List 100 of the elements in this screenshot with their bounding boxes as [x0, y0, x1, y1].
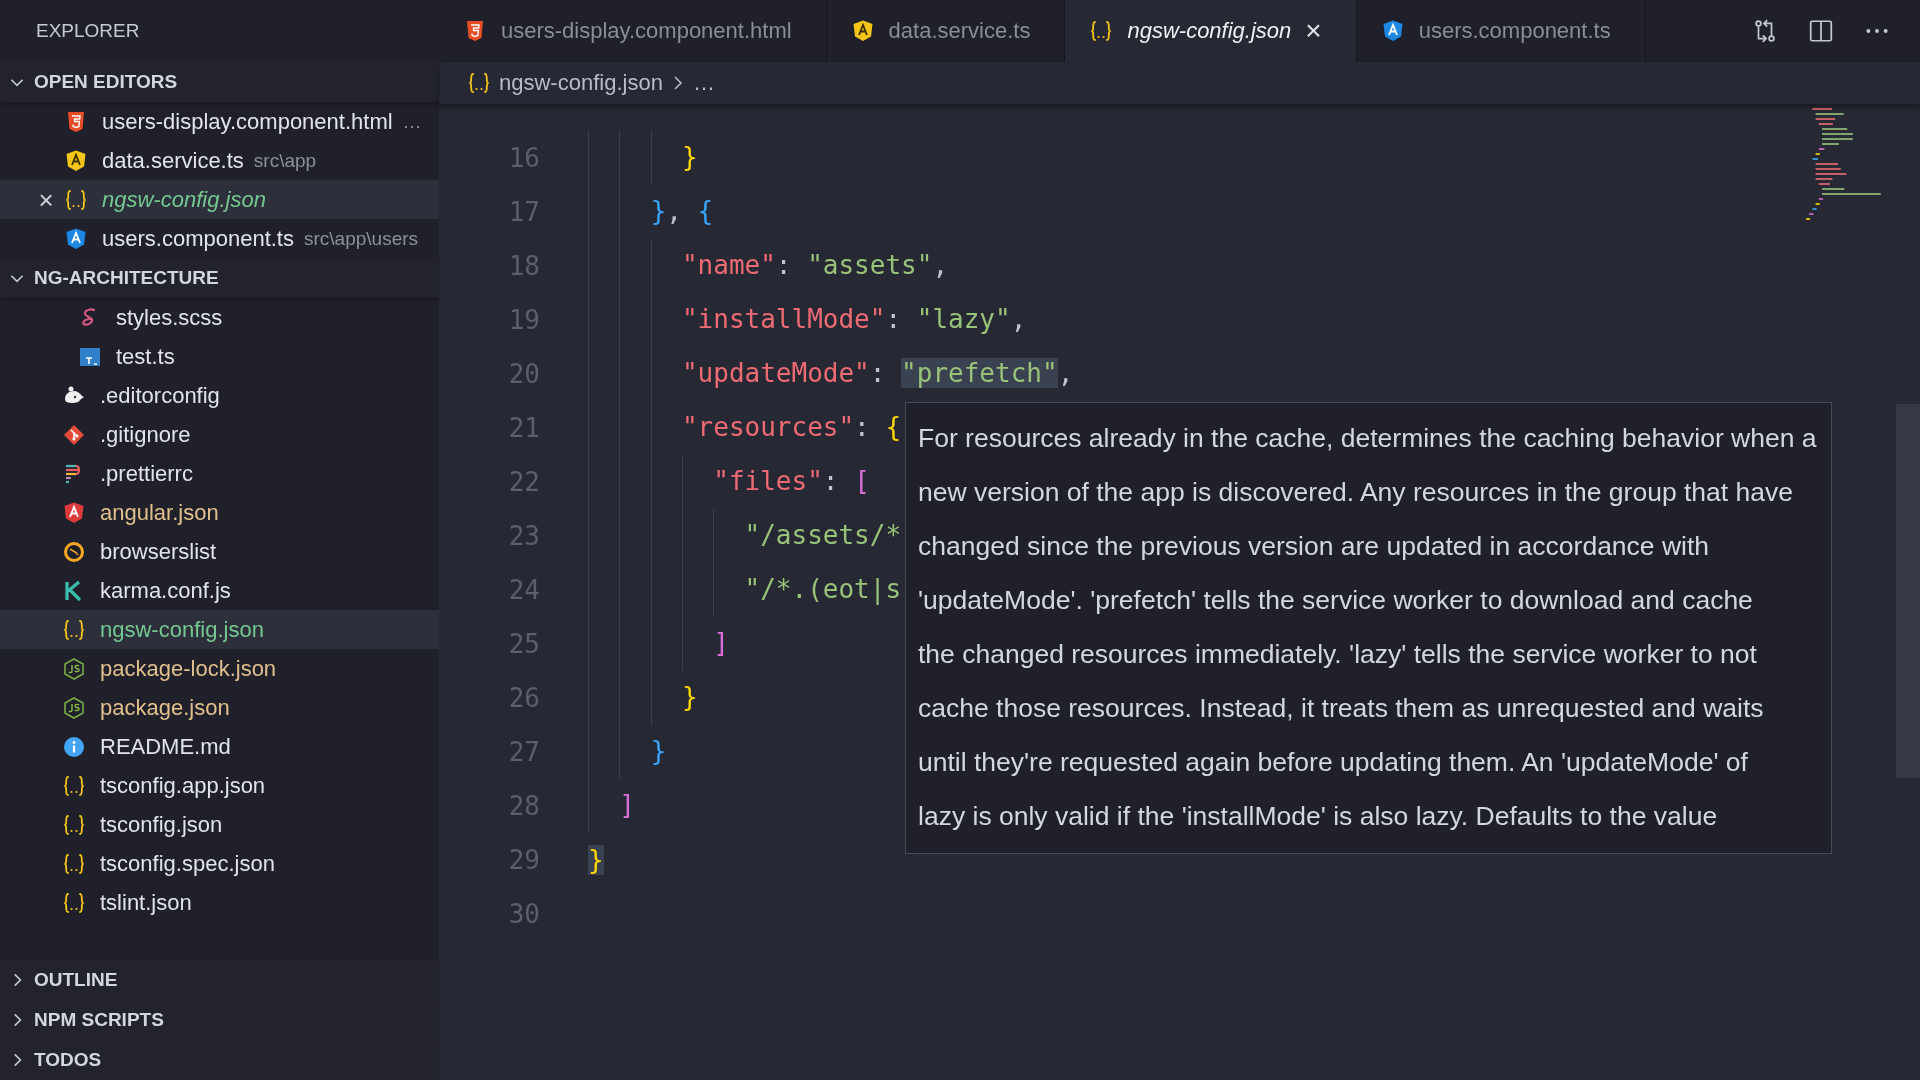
tooltip-text: For resources already in the cache, determines the caching behavior when a new version of the app is discovered. Any resources in the group that have changed since the previous version are updated in accordance with 'updateMode'. 'prefetch' tells the service worker to download and cache the changed resources immediately. 'lazy' tells the service worker to not cache those resources. Instead, it treats them as unrequested and waits until they're requested again before updating them. An 'updateMode' of lazy is only valid if the 'installMode' is also lazy. Defaults to the value — [918, 422, 1817, 833]
info-icon — [62, 734, 86, 759]
file-name: test.ts — [116, 343, 175, 370]
file-name: .gitignore — [100, 421, 191, 448]
file-name: ngsw-config.json — [100, 616, 264, 643]
code-line: "updateMode": "prefetch", — [588, 347, 1074, 401]
file-path: src\app — [253, 149, 317, 172]
sidebar-title: EXPLORER — [36, 20, 140, 42]
file-name: styles.scss — [116, 304, 223, 331]
open-editor-item[interactable]: × ngsw-config.json — [0, 180, 439, 219]
file-tree-item[interactable]: tsconfig.spec.json — [0, 844, 439, 883]
code-line: "/*.(eot|s — [588, 563, 902, 617]
braces-icon — [62, 617, 86, 642]
file-name: data.service.ts — [102, 147, 244, 174]
braces-icon — [62, 773, 86, 798]
code-line: "files": [ — [588, 455, 870, 509]
file-tree-item[interactable]: .editorconfig — [0, 376, 439, 415]
line-number: 29 — [507, 845, 540, 875]
compare-changes-icon[interactable] — [1752, 18, 1778, 44]
file-name: karma.conf.js — [100, 577, 231, 604]
file-name: users.component.ts — [102, 225, 294, 252]
line-number: 17 — [507, 197, 540, 227]
file-tree-item[interactable]: angular.json — [0, 493, 439, 532]
line-number: 19 — [507, 305, 540, 335]
file-name: package-lock.json — [100, 655, 277, 682]
open-editor-item[interactable]: data.service.ts src\app — [0, 141, 439, 180]
ring-icon — [62, 539, 86, 564]
open-editor-item[interactable]: users-display.component.html … — [0, 102, 439, 141]
line-number: 22 — [507, 467, 540, 497]
file-tree-item[interactable]: ngsw-config.json — [0, 610, 439, 649]
file-tree-item[interactable]: test.ts — [0, 337, 439, 376]
line-number: 21 — [507, 413, 540, 443]
braces-icon — [62, 890, 86, 915]
code-line: "resources": { — [588, 401, 902, 455]
file-name: README.md — [100, 733, 231, 760]
file-name: users-display.component.html — [102, 108, 393, 135]
braces-icon — [62, 812, 86, 837]
file-tree-item[interactable]: styles.scss — [0, 298, 439, 337]
line-number: 20 — [507, 359, 540, 389]
file-name: browserslist — [100, 538, 217, 565]
file-tree-item[interactable]: .prettierrc — [0, 454, 439, 493]
section-header[interactable]: NPM SCRIPTS — [0, 1000, 439, 1040]
code-line: } — [588, 725, 667, 779]
section-header[interactable]: NG-ARCHITECTURE — [0, 258, 439, 298]
line-number: 24 — [507, 575, 540, 605]
open-editor-item[interactable]: users.component.ts src\app\users — [0, 219, 439, 258]
shield-icon — [64, 148, 88, 173]
line-number: 28 — [507, 791, 540, 821]
file-name: package.json — [100, 694, 230, 721]
shield-icon — [64, 226, 88, 251]
section-header[interactable]: OUTLINE — [0, 960, 439, 1000]
breadcrumb-item[interactable]: ngsw-config.json — [499, 70, 663, 96]
file-name: tslint.json — [100, 889, 192, 916]
git-icon — [62, 422, 86, 447]
file-tree-item[interactable]: browserslist — [0, 532, 439, 571]
file-path: … — [402, 110, 422, 133]
braces-icon — [1089, 19, 1114, 43]
code-line: }, { — [588, 185, 714, 239]
file-name: tsconfig.spec.json — [100, 850, 275, 877]
file-path: src\app\users — [304, 227, 419, 250]
file-tree-item[interactable]: package.json — [0, 688, 439, 727]
section-header[interactable]: TODOS — [0, 1040, 439, 1080]
line-number: 27 — [507, 737, 540, 767]
file-name: ngsw-config.json — [102, 186, 266, 213]
close-icon[interactable]: × — [38, 186, 54, 213]
braces-icon — [62, 851, 86, 876]
line-number: 23 — [507, 521, 540, 551]
shield-icon — [62, 500, 86, 525]
file-tree-item[interactable]: .gitignore — [0, 415, 439, 454]
code-line: "name": "assets", — [588, 239, 949, 293]
line-number: 25 — [507, 629, 540, 659]
line-number: 18 — [507, 251, 540, 281]
line-number: 26 — [507, 683, 540, 713]
split-editor-icon[interactable] — [1808, 18, 1834, 44]
hexagon-icon — [62, 656, 86, 681]
file-tree-item[interactable]: README.md — [0, 727, 439, 766]
line-number: 30 — [507, 899, 540, 929]
file-name: angular.json — [100, 499, 219, 526]
file-name: tsconfig.json — [100, 811, 223, 838]
code-line: "installMode": "lazy", — [588, 293, 1027, 347]
editor-tab[interactable]: ngsw-config.json × — [1065, 0, 1357, 62]
code-line: "/assets/* — [588, 509, 902, 563]
file-tree-item[interactable]: package-lock.json — [0, 649, 439, 688]
file-tree-item[interactable]: tsconfig.app.json — [0, 766, 439, 805]
section-header[interactable]: OPEN EDITORS — [0, 62, 439, 102]
editor-tab[interactable]: users.component.ts — [1356, 0, 1646, 62]
file-name: tsconfig.app.json — [100, 772, 266, 799]
braces-icon — [64, 187, 88, 212]
line-number: 16 — [507, 143, 540, 173]
file-name: .prettierrc — [100, 460, 193, 487]
code-line: } — [588, 131, 698, 185]
hexagon-icon — [62, 695, 86, 720]
close-icon[interactable]: × — [1305, 15, 1322, 47]
file-tree-item[interactable]: karma.conf.js — [0, 571, 439, 610]
file-tree-item[interactable]: tslint.json — [0, 883, 439, 922]
editor-tab[interactable]: users-display.component.html — [439, 0, 827, 62]
breadcrumb-item[interactable]: … — [692, 70, 715, 96]
file-tree-item[interactable]: tsconfig.json — [0, 805, 439, 844]
braces-icon — [467, 71, 491, 95]
file-name: .editorconfig — [100, 382, 220, 409]
